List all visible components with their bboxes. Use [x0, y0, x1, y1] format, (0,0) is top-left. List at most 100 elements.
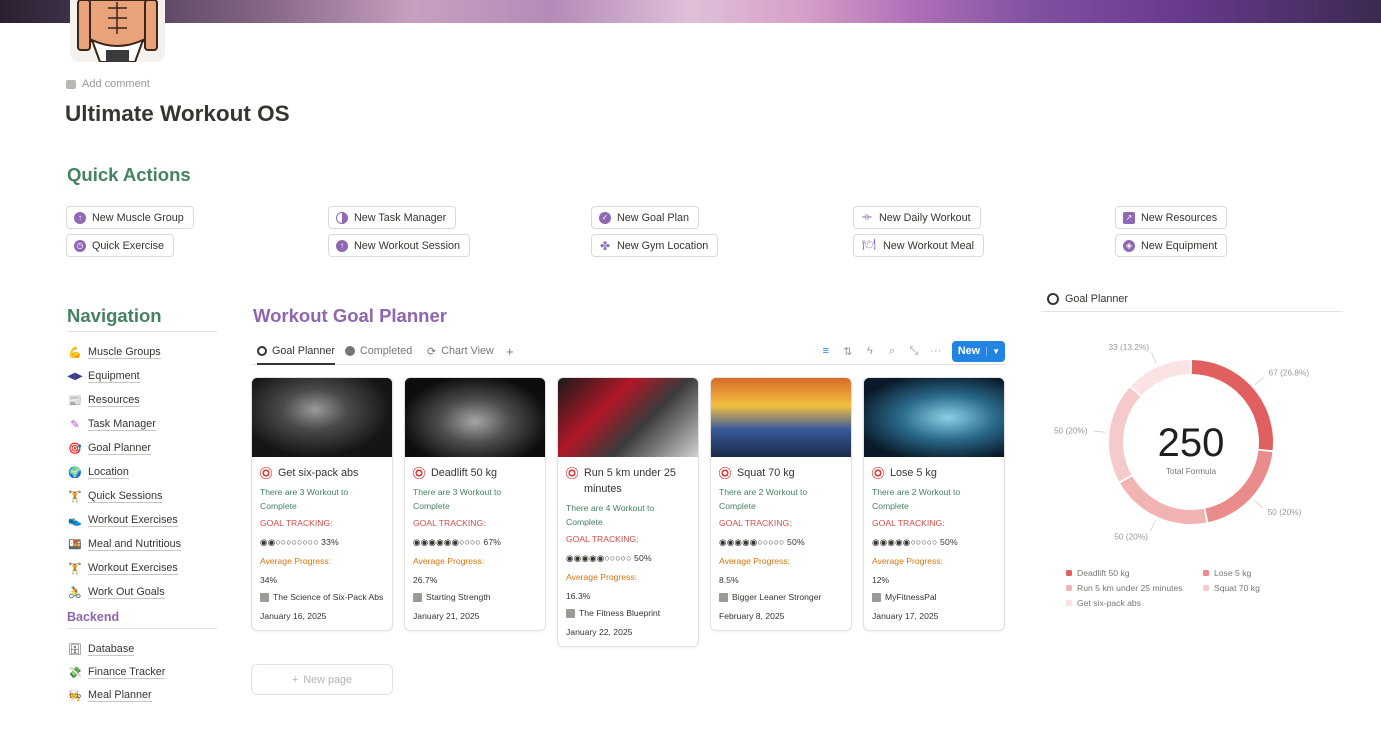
more-options-icon[interactable]: ··· [930, 345, 942, 357]
goal-progress: ◉◉◉◉◉○○○○○ 50% [719, 537, 805, 547]
goal-donut-chart: 67 (26.8%) 50 (20%) 50 (20%) 50 (20%) 33 (13… [1054, 342, 1309, 542]
nav-item-location[interactable]: 🌍 Location [67, 460, 217, 484]
tab-label: Completed [360, 345, 413, 357]
slice-leader-line [1151, 352, 1157, 364]
legend-label: Lose 5 kg [1214, 568, 1252, 578]
new-resources-button[interactable]: ↗ New Resources [1115, 206, 1228, 229]
goal-card[interactable]: Deadlift 50 kg There are 3 Workout to Com… [404, 377, 546, 631]
button-label: Quick Exercise [92, 239, 164, 252]
target-icon [719, 467, 731, 479]
chevron-down-icon[interactable]: ▼ [986, 346, 1005, 356]
view-tabs: Goal Planner Completed ⟳ Chart View + ≡ ⇅… [251, 338, 1005, 365]
toolbar: ≡ ⇅ ϟ ⌕ ⤡ ··· New ▼ [820, 338, 1005, 364]
legend-item[interactable]: Lose 5 kg [1203, 568, 1251, 578]
nav-item-database[interactable]: 🗄 Database [67, 637, 217, 661]
goal-card[interactable]: Squat 70 kg There are 2 Workout to Comple… [710, 377, 852, 631]
goal-tracking-label: GOAL TRACKING: [719, 518, 792, 528]
nav-item-resources[interactable]: 📰 Resources [67, 388, 217, 412]
legend-item[interactable]: Get six-pack abs [1066, 598, 1141, 608]
resource-link[interactable]: The Science of Six-Pack Abs [260, 591, 384, 604]
slice-leader-line [1254, 376, 1265, 386]
resource-link[interactable]: The Fitness Blueprint [566, 607, 690, 620]
goal-card[interactable]: Lose 5 kg There are 2 Workout to Complete… [863, 377, 1005, 631]
average-progress-value: 12% [872, 575, 890, 585]
quick-exercise-button[interactable]: ◷ Quick Exercise [66, 234, 174, 257]
new-workout-session-button[interactable]: ↑ New Workout Session [328, 234, 471, 257]
average-progress-label: Average Progress: [413, 556, 485, 566]
add-comment-button[interactable]: Add comment [66, 78, 150, 90]
filter-icon[interactable]: ≡ [820, 345, 832, 357]
nav-item-finance-tracker[interactable]: 💸 Finance Tracker [67, 661, 217, 684]
nav-item-meal-and-nutritious[interactable]: 🍱 Meal and Nutritious [67, 532, 217, 556]
clover-icon: ✤ [599, 238, 611, 253]
workout-count: There are 4 Workout to Complete [566, 503, 655, 527]
nav-item-work-out-goals[interactable]: 🚴 Work Out Goals [67, 580, 217, 604]
new-workout-meal-button[interactable]: 🍽 New Workout Meal [853, 234, 985, 257]
button-label: New Goal Plan [617, 211, 690, 224]
legend-item[interactable]: Run 5 km under 25 minutes [1066, 583, 1183, 593]
resource-link[interactable]: Starting Strength [413, 591, 537, 604]
resource-link[interactable]: MyFitnessPal [872, 591, 996, 604]
shoe-icon: 👟 [68, 514, 82, 527]
tab-goal-planner[interactable]: Goal Planner [257, 338, 336, 365]
nav-item-muscle-groups[interactable]: 💪 Muscle Groups [67, 340, 217, 364]
navigation-panel: Navigation 💪 Muscle Groups ◀▶ Equipment 📰 R… [67, 305, 217, 707]
card-date: January 16, 2025 [260, 611, 327, 621]
new-equipment-button[interactable]: ◈ New Equipment [1115, 234, 1228, 257]
nav-label: Meal Planner [88, 689, 152, 702]
search-icon[interactable]: ⌕ [886, 345, 898, 358]
chart-panel-title: Goal Planner [1065, 292, 1129, 305]
goal-card[interactable]: Get six-pack abs There are 3 Workout to C… [251, 377, 393, 631]
new-goal-plan-button[interactable]: ✓ New Goal Plan [591, 206, 700, 229]
new-muscle-group-button[interactable]: ↑ New Muscle Group [66, 206, 194, 229]
nav-item-quick-sessions[interactable]: 🏋 Quick Sessions [67, 484, 217, 508]
nav-item-meal-planner[interactable]: 🧑‍🍳 Meal Planner [67, 684, 217, 707]
divider [67, 331, 217, 332]
goal-progress: ◉◉◉◉◉○○○○○ 50% [566, 553, 652, 563]
automation-lightning-icon[interactable]: ϟ [864, 345, 876, 357]
workout-count: There are 3 Workout to Complete [260, 487, 349, 511]
navigation-heading: Navigation [67, 305, 162, 326]
tab-completed[interactable]: Completed [345, 338, 412, 364]
new-page-label: New page [303, 673, 352, 686]
resource-title: The Science of Six-Pack Abs [273, 592, 384, 602]
donut-slice[interactable] [1120, 476, 1207, 524]
nav-item-workout-exercises[interactable]: 👟 Workout Exercises [67, 508, 217, 532]
tab-chart-view[interactable]: ⟳ Chart View [427, 338, 494, 364]
nav-item-goal-planner[interactable]: 🎯 Goal Planner [67, 436, 217, 460]
nav-item-workout-exercises-2[interactable]: 🏋 Workout Exercises [67, 556, 217, 580]
legend-item[interactable]: Deadlift 50 kg [1066, 568, 1130, 578]
goal-tracking-label: GOAL TRACKING: [260, 518, 333, 528]
tab-label: Goal Planner [272, 344, 336, 357]
page-icon-avatar[interactable] [70, 0, 165, 62]
workout-count: There are 3 Workout to Complete [413, 487, 502, 511]
average-progress-value: 34% [260, 575, 278, 585]
nav-item-equipment[interactable]: ◀▶ Equipment [67, 364, 217, 388]
button-label: New Task Manager [354, 211, 447, 224]
donut-slice[interactable] [1109, 387, 1141, 482]
slice-value-label: 33 (13.2%) [1109, 342, 1150, 352]
resource-link[interactable]: Bigger Leaner Stronger [719, 591, 843, 604]
chart-panel-header[interactable]: Goal Planner [1041, 286, 1343, 312]
new-record-button[interactable]: New ▼ [951, 340, 1005, 362]
card-title: Deadlift 50 kg [431, 467, 498, 479]
new-button-label: New [957, 345, 981, 357]
goal-card[interactable]: Run 5 km under 25 minutes There are 4 Wor… [557, 377, 699, 647]
legend-item[interactable]: Squat 70 kg [1203, 583, 1260, 593]
nav-label: Goal Planner [88, 441, 152, 455]
new-daily-workout-button[interactable]: ⟛ New Daily Workout [853, 206, 981, 229]
slice-value-label: 50 (20%) [1054, 425, 1088, 435]
donut-slice[interactable] [1131, 360, 1191, 396]
expand-icon[interactable]: ⤡ [908, 345, 920, 358]
quick-actions-heading: Quick Actions [67, 164, 191, 185]
sort-icon[interactable]: ⇅ [842, 345, 854, 358]
nav-item-task-manager[interactable]: ✎ Task Manager [67, 412, 217, 436]
new-page-button[interactable]: + New page [251, 664, 393, 695]
new-gym-location-button[interactable]: ✤ New Gym Location [591, 234, 719, 257]
add-view-button[interactable]: + [506, 338, 514, 364]
nav-label: Workout Exercises [88, 561, 178, 575]
chart-total-value: 250 [1158, 421, 1225, 465]
dumbbell-icon: ◀▶ [67, 370, 83, 382]
globe-icon: 🌍 [68, 466, 82, 479]
new-task-manager-button[interactable]: New Task Manager [328, 206, 457, 229]
